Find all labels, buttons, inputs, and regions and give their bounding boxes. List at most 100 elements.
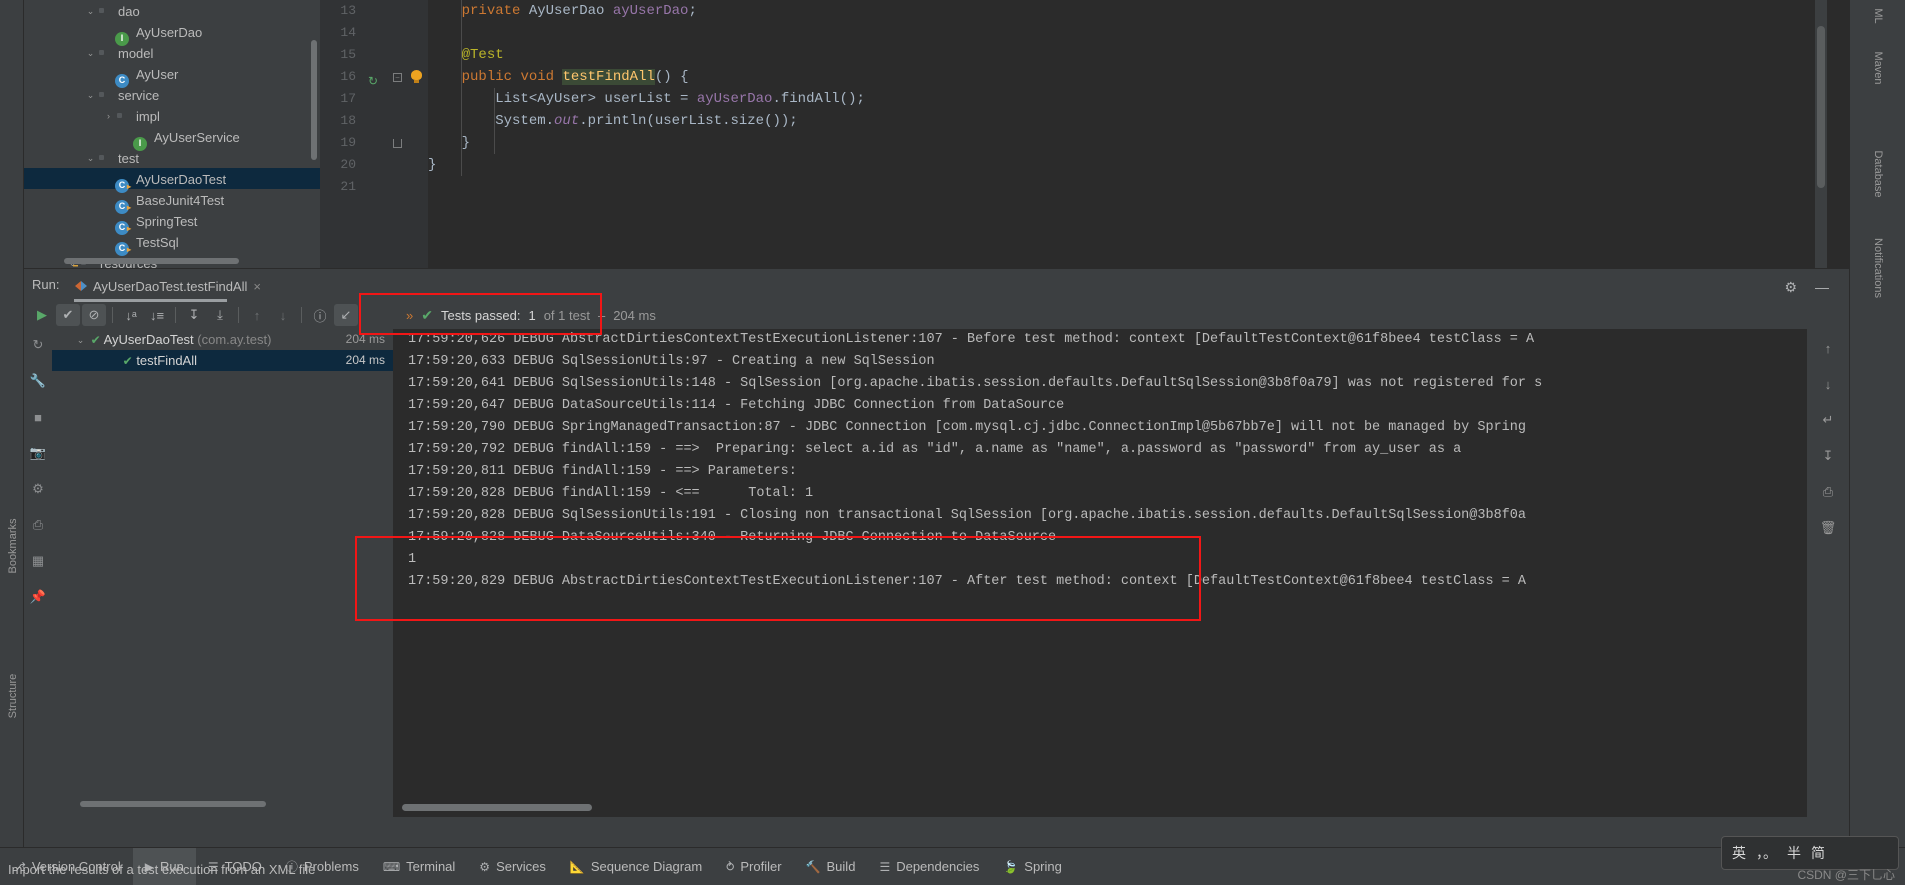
project-tree-item-model[interactable]: ⌄ model <box>24 42 320 63</box>
run-tab[interactable]: AyUserDaoTest.testFindAll × <box>69 274 267 298</box>
gutter-row[interactable]: 18 <box>320 110 428 132</box>
import-test-results-button[interactable]: ↙ <box>334 304 358 326</box>
gutter-row[interactable]: 13 <box>320 0 428 22</box>
filter-button[interactable]: ⚙ <box>27 479 49 499</box>
project-tree-item-test[interactable]: ⌄ test <box>24 147 320 168</box>
stop-button[interactable]: ■ <box>27 407 49 427</box>
chevron-right-icon[interactable]: › <box>102 106 115 127</box>
project-tree-item-springtest[interactable]: C ▸ SpringTest <box>24 210 320 235</box>
chevron-down-icon[interactable]: ⌄ <box>84 43 97 64</box>
run-side-toolbar[interactable]: ↻ 🔧 ■ 📷 ⚙ ⎙ ▦ 📌 <box>24 329 52 809</box>
scroll-down-button[interactable]: ↓ <box>1816 373 1840 395</box>
ime-punct[interactable]: ，。 <box>1756 843 1777 863</box>
test-tree-row[interactable]: ⌄ ✔ AyUserDaoTest (com.ay.test) 204 ms <box>52 329 393 350</box>
sidebar-item-bookmarks[interactable]: Bookmarks <box>7 511 19 581</box>
sidebar-item-structure[interactable]: Structure <box>7 661 19 731</box>
ime-indicator[interactable]: 英 ，。 半 简 <box>1721 836 1899 870</box>
spring-tool-button[interactable]: 🍃 Spring <box>991 848 1074 885</box>
show-passed-toggle[interactable]: ✔ <box>56 304 80 326</box>
screenshot-button[interactable]: 📷 <box>27 443 49 463</box>
collapse-all-button[interactable]: ⤓ <box>208 304 232 326</box>
export-button[interactable]: ⎙ <box>27 515 49 535</box>
project-tree-item-ayuserdaotest[interactable]: C ▸ AyUserDaoTest <box>24 168 320 193</box>
sidebar-item-maven[interactable]: Maven <box>1872 18 1884 118</box>
code-line[interactable] <box>428 22 1827 44</box>
gutter-row[interactable]: 20 <box>320 154 428 176</box>
gear-icon[interactable]: ⚙ <box>1784 279 1797 296</box>
next-failed-test-button[interactable]: ↓ <box>271 304 295 326</box>
project-tree-item-service[interactable]: ⌄ service <box>24 84 320 105</box>
settings-wrench-button[interactable]: 🔧 <box>27 371 49 391</box>
ime-mode[interactable]: 简 <box>1811 843 1825 863</box>
code-line[interactable]: private AyUserDao ayUserDao; <box>428 0 1827 22</box>
fold-region-end-icon[interactable] <box>393 139 402 148</box>
ime-lang[interactable]: 英 <box>1732 843 1746 863</box>
project-tree-panel[interactable]: ⌄ dao I AyUserDao ⌄ model C AyUser ⌄ service › impl… <box>24 0 320 268</box>
project-tree-item-ayuserdao[interactable]: I AyUserDao <box>24 21 320 46</box>
test-results-tree[interactable]: ⌄ ✔ AyUserDaoTest (com.ay.test) 204 ms ✔ … <box>52 329 394 817</box>
rerun-failed-button[interactable]: ↻ <box>27 335 49 355</box>
services-tool-button[interactable]: ⚙ Services <box>467 848 558 885</box>
console-hscrollbar[interactable] <box>402 804 592 811</box>
rerun-button[interactable]: ▶ <box>30 304 54 326</box>
code-editor[interactable]: 13 14 15 16 ↻ − 17 18 19 20 21 private AyUserDao a… <box>320 0 1849 268</box>
editor-code-area[interactable]: private AyUserDao ayUserDao; @Test publi… <box>428 0 1827 268</box>
previous-failed-test-button[interactable]: ↑ <box>245 304 269 326</box>
soft-wrap-button[interactable]: ↵ <box>1816 409 1840 431</box>
close-icon[interactable]: × <box>253 279 261 294</box>
code-line[interactable]: } <box>428 132 1827 154</box>
layout-button[interactable]: ▦ <box>27 551 49 571</box>
gutter-row[interactable]: 15 <box>320 44 428 66</box>
fold-region-icon[interactable]: − <box>393 73 402 82</box>
project-tree-item-ayuser[interactable]: C AyUser <box>24 63 320 88</box>
profiler-tool-button[interactable]: ⥁ Profiler <box>714 848 793 885</box>
scroll-up-button[interactable]: ↑ <box>1816 337 1840 359</box>
chevron-down-icon[interactable]: ⌄ <box>74 330 87 351</box>
sidebar-item-database[interactable]: Database <box>1872 124 1884 224</box>
print-button[interactable]: ⎙ <box>1816 481 1840 503</box>
chevron-down-icon[interactable]: ⌄ <box>84 1 97 22</box>
code-line[interactable] <box>428 176 1827 198</box>
editor-vscrollbar[interactable] <box>1815 0 1827 268</box>
dependencies-tool-button[interactable]: ☰ Dependencies <box>867 848 991 885</box>
editor-gutter[interactable]: 13 14 15 16 ↻ − 17 18 19 20 21 <box>320 0 428 268</box>
code-line[interactable]: List<AyUser> userList = ayUserDao.findAl… <box>428 88 1827 110</box>
code-line[interactable]: @Test <box>428 44 1827 66</box>
expand-all-button[interactable]: ↧ <box>182 304 206 326</box>
run-toolbar[interactable]: ▶ ✔ ⊘ ↓ᵃ ↓≡ ↧ ⤓ ↑ ↓ ⓘ ↙ <box>24 301 364 329</box>
code-line[interactable]: System.out.println(userList.size()); <box>428 110 1827 132</box>
terminal-tool-button[interactable]: ⌨ Terminal <box>371 848 467 885</box>
intention-bulb-icon[interactable] <box>411 70 422 83</box>
project-tree-item-impl[interactable]: › impl <box>24 105 320 126</box>
build-tool-button[interactable]: 🔨 Build <box>794 848 868 885</box>
code-line[interactable]: public void testFindAll() { <box>428 66 1827 88</box>
test-tree-row[interactable]: ✔ testFindAll 204 ms <box>52 350 393 371</box>
gutter-row[interactable]: 14 <box>320 22 428 44</box>
project-tree-vscrollbar[interactable] <box>311 40 317 160</box>
show-ignored-toggle[interactable]: ⊘ <box>82 304 106 326</box>
scroll-to-end-button[interactable]: ↧ <box>1816 445 1840 467</box>
sort-alphabetically-button[interactable]: ↓ᵃ <box>119 304 143 326</box>
test-history-button[interactable]: ⓘ <box>308 304 332 326</box>
gutter-row[interactable]: 17 <box>320 88 428 110</box>
sequence-diagram-tool-button[interactable]: 📐 Sequence Diagram <box>558 848 714 885</box>
project-tree-item-dao[interactable]: ⌄ dao <box>24 0 320 21</box>
gutter-row[interactable]: 16 ↻ − <box>320 66 428 88</box>
gutter-row[interactable]: 21 <box>320 176 428 198</box>
project-tree-item-basejunit4test[interactable]: C ▸ BaseJunit4Test <box>24 189 320 214</box>
test-tree-hscrollbar[interactable] <box>80 801 266 807</box>
sidebar-item-notifications[interactable]: Notifications <box>1872 218 1884 318</box>
project-tree-item-testsql[interactable]: C ▸ TestSql <box>24 231 320 256</box>
chevron-right-icon[interactable]: » <box>406 308 413 323</box>
minimize-icon[interactable]: — <box>1815 279 1829 295</box>
project-tree-hscrollbar[interactable] <box>64 258 239 264</box>
code-line[interactable]: } <box>428 154 1827 176</box>
console-toolbar[interactable]: ↑ ↓ ↵ ↧ ⎙ 🗑 <box>1807 329 1849 817</box>
clear-all-button[interactable]: 🗑 <box>1816 517 1840 539</box>
chevron-down-icon[interactable]: ⌄ <box>84 148 97 169</box>
console-output[interactable]: 17:59:20,626 DEBUG AbstractDirtiesContex… <box>394 329 1807 817</box>
gutter-row[interactable]: 19 <box>320 132 428 154</box>
ime-width[interactable]: 半 <box>1787 843 1801 863</box>
chevron-down-icon[interactable]: ⌄ <box>84 85 97 106</box>
sort-by-duration-button[interactable]: ↓≡ <box>145 304 169 326</box>
